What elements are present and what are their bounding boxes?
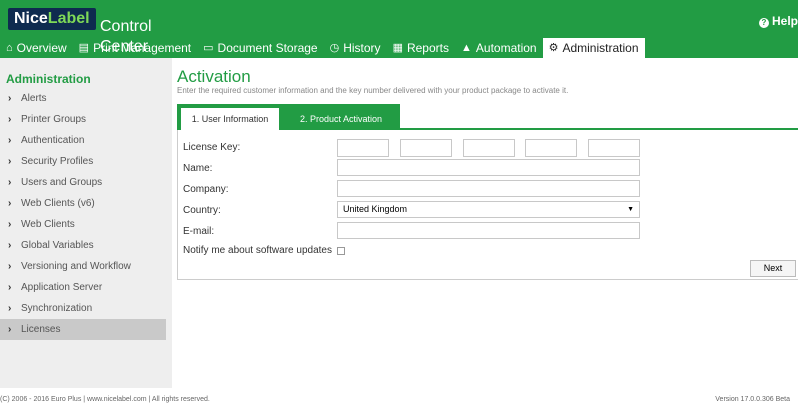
sidebar-title: Administration bbox=[6, 72, 91, 86]
nav-print-management[interactable]: ▤ Print Management bbox=[73, 38, 197, 58]
license-key-field-2[interactable] bbox=[400, 139, 452, 157]
home-icon: ⌂ bbox=[6, 42, 13, 54]
sidebar-item-global-variables[interactable]: › Global Variables bbox=[0, 235, 166, 256]
company-label: Company: bbox=[183, 184, 229, 195]
nav-label: Overview bbox=[16, 41, 67, 55]
notify-label: Notify me about software updates bbox=[183, 245, 332, 256]
sidebar-item-licenses[interactable]: › Licenses bbox=[0, 319, 166, 340]
footer-copyright: (C) 2006 - 2016 Euro Plus | www.nicelabe… bbox=[0, 396, 210, 403]
chevron-right-icon: › bbox=[8, 198, 12, 209]
chevron-right-icon: › bbox=[8, 219, 12, 230]
sidebar-item-label: Printer Groups bbox=[21, 114, 87, 125]
sidebar-item-label: Synchronization bbox=[21, 303, 93, 314]
chevron-right-icon: › bbox=[8, 177, 12, 188]
sidebar-item-web-clients-v6[interactable]: › Web Clients (v6) bbox=[0, 193, 166, 214]
chevron-right-icon: › bbox=[8, 93, 12, 104]
sidebar-item-label: Security Profiles bbox=[21, 156, 94, 167]
sidebar-item-web-clients[interactable]: › Web Clients bbox=[0, 214, 166, 235]
company-field[interactable] bbox=[337, 180, 640, 197]
chevron-right-icon: › bbox=[8, 324, 12, 335]
nav-overview[interactable]: ⌂ Overview bbox=[0, 38, 73, 58]
nicelabel-logo[interactable]: NiceLabel Control Center bbox=[8, 8, 186, 55]
chevron-right-icon: › bbox=[8, 114, 12, 125]
name-label: Name: bbox=[183, 163, 213, 174]
country-label: Country: bbox=[183, 205, 221, 216]
dropdown-arrow-icon: ▼ bbox=[627, 206, 634, 213]
country-value: United Kingdom bbox=[343, 204, 408, 214]
sidebar-item-synchronization[interactable]: › Synchronization bbox=[0, 298, 166, 319]
logo-text-label: Label bbox=[47, 10, 90, 27]
sidebar-item-label: Global Variables bbox=[21, 240, 94, 251]
nav-label: Reports bbox=[406, 41, 449, 55]
sidebar-item-label: Application Server bbox=[21, 282, 103, 293]
footer-version: Version 17.0.0.306 Beta bbox=[715, 396, 790, 403]
sidebar-item-application-server[interactable]: › Application Server bbox=[0, 277, 166, 298]
notify-checkbox[interactable] bbox=[337, 247, 345, 255]
logo-badge: NiceLabel bbox=[8, 8, 96, 30]
next-button[interactable]: Next bbox=[750, 260, 796, 277]
printer-icon: ▤ bbox=[78, 42, 90, 54]
logo-text-nice: Nice bbox=[14, 10, 48, 27]
chevron-right-icon: › bbox=[8, 261, 12, 272]
sidebar: Administration › Alerts › Printer Groups ›… bbox=[0, 58, 172, 388]
nav-administration[interactable]: ⚙ Administration bbox=[542, 38, 645, 58]
sidebar-item-versioning-and-workflow[interactable]: › Versioning and Workflow bbox=[0, 256, 166, 277]
help-link[interactable]: ? Help bbox=[758, 14, 798, 28]
nav-document-storage[interactable]: ▭ Document Storage bbox=[197, 38, 323, 58]
nav-history[interactable]: ◷ History bbox=[324, 38, 387, 58]
nav-label: Print Management bbox=[93, 41, 192, 55]
email-label: E-mail: bbox=[183, 226, 215, 237]
chevron-right-icon: › bbox=[8, 135, 12, 146]
nav-label: History bbox=[343, 41, 381, 55]
app-window: NiceLabel Control Center ? Help ⌂ Overview… bbox=[0, 0, 798, 407]
help-icon: ? bbox=[758, 18, 769, 28]
chevron-right-icon: › bbox=[8, 240, 12, 251]
chevron-right-icon: › bbox=[8, 282, 12, 293]
nav-label: Document Storage bbox=[217, 41, 318, 55]
nav-label: Automation bbox=[475, 41, 537, 55]
sidebar-item-security-profiles[interactable]: › Security Profiles bbox=[0, 151, 166, 172]
help-label: Help bbox=[771, 14, 798, 28]
sidebar-item-label: Users and Groups bbox=[21, 177, 103, 188]
sidebar-item-label: Versioning and Workflow bbox=[21, 261, 131, 272]
main-nav: ⌂ Overview ▤ Print Management ▭ Document St… bbox=[0, 38, 645, 58]
clock-icon: ◷ bbox=[329, 42, 340, 54]
chart-icon: ▦ bbox=[392, 42, 403, 54]
email-field[interactable] bbox=[337, 222, 640, 239]
license-key-field-4[interactable] bbox=[525, 139, 577, 157]
nav-reports[interactable]: ▦ Reports bbox=[387, 38, 455, 58]
sidebar-item-users-and-groups[interactable]: › Users and Groups bbox=[0, 172, 166, 193]
sidebar-item-label: Alerts bbox=[21, 93, 47, 104]
top-header: NiceLabel Control Center ? Help ⌂ Overview… bbox=[0, 0, 798, 58]
sidebar-item-authentication[interactable]: › Authentication bbox=[0, 130, 166, 151]
sidebar-item-printer-groups[interactable]: › Printer Groups bbox=[0, 109, 166, 130]
license-key-label: License Key: bbox=[183, 142, 241, 153]
sidebar-item-label: Web Clients (v6) bbox=[21, 198, 95, 209]
license-key-field-5[interactable] bbox=[588, 139, 640, 157]
sidebar-item-alerts[interactable]: › Alerts bbox=[0, 88, 166, 109]
license-key-field-3[interactable] bbox=[463, 139, 515, 157]
nav-label: Administration bbox=[562, 41, 639, 55]
automation-icon: ▲ bbox=[461, 42, 472, 54]
page-subtitle: Enter the required customer information … bbox=[177, 86, 569, 95]
country-select[interactable]: United Kingdom ▼ bbox=[337, 201, 640, 218]
page-title: Activation bbox=[177, 67, 251, 86]
tab-user-information[interactable]: 1. User Information bbox=[181, 108, 279, 130]
chevron-right-icon: › bbox=[8, 156, 12, 167]
name-field[interactable] bbox=[337, 159, 640, 176]
license-key-field-1[interactable] bbox=[337, 139, 389, 157]
tab-product-activation[interactable]: 2. Product Activation bbox=[287, 108, 395, 130]
sidebar-list: › Alerts › Printer Groups › Authentication … bbox=[0, 88, 166, 340]
gears-icon: ⚙ bbox=[548, 42, 559, 54]
sidebar-item-label: Authentication bbox=[21, 135, 85, 146]
storage-icon: ▭ bbox=[203, 42, 214, 54]
nav-automation[interactable]: ▲ Automation bbox=[455, 38, 543, 58]
sidebar-item-label: Web Clients bbox=[21, 219, 75, 230]
chevron-right-icon: › bbox=[8, 303, 12, 314]
sidebar-item-label: Licenses bbox=[21, 324, 61, 335]
